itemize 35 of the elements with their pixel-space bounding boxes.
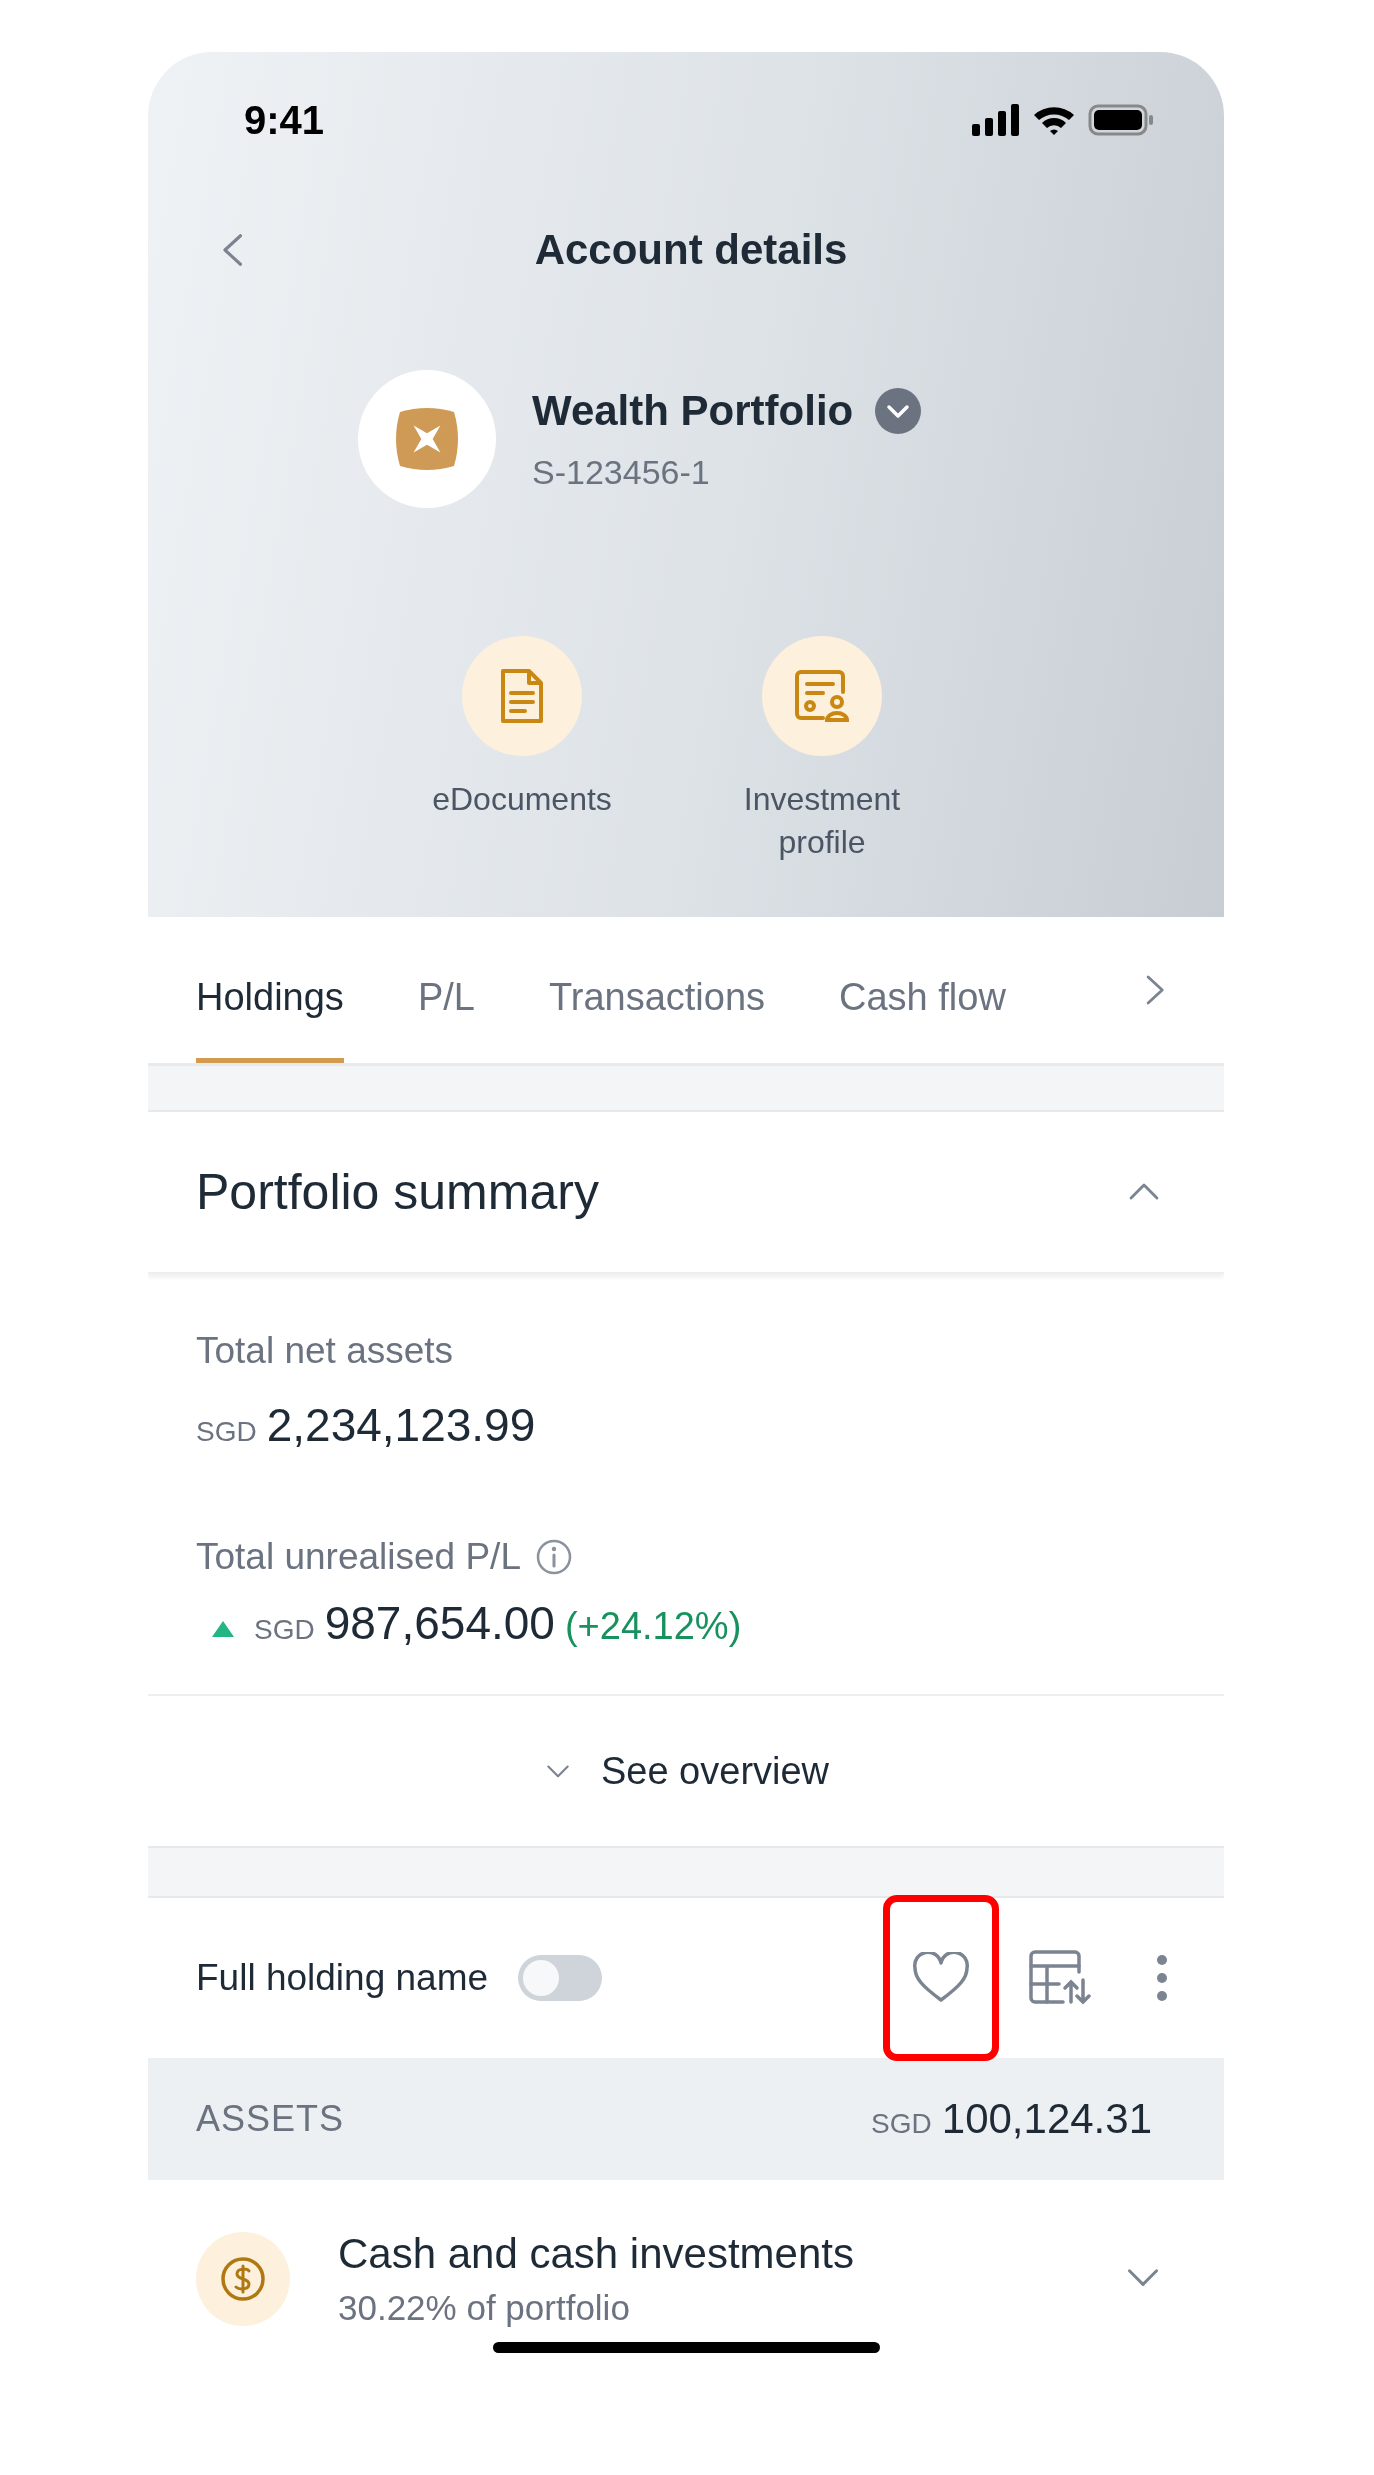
wifi-icon bbox=[1032, 104, 1076, 136]
signal-icon bbox=[972, 104, 1020, 136]
tab[interactable]: Transactions bbox=[548, 917, 766, 1063]
toggle-label: Full holding name bbox=[196, 1957, 489, 1999]
metric-value: 987,654.00 bbox=[324, 1596, 555, 1650]
category-share: 30.22% of portfolio bbox=[338, 2288, 631, 2328]
section-label: ASSETS bbox=[196, 2098, 345, 2140]
document-icon bbox=[499, 667, 545, 725]
action-label[interactable]: Investment profile bbox=[717, 778, 927, 864]
assets-total: 100,124.31 bbox=[941, 2095, 1152, 2143]
metric-label: Total net assets bbox=[196, 1330, 454, 1372]
tab[interactable]: Cash flow bbox=[839, 917, 1006, 1063]
info-icon[interactable] bbox=[535, 1538, 573, 1576]
see-overview-link[interactable]: See overview bbox=[600, 1749, 830, 1793]
currency-label: SGD bbox=[254, 1614, 315, 1646]
category-name: Cash and cash investments bbox=[338, 2230, 854, 2278]
dropdown-icon[interactable] bbox=[875, 387, 922, 434]
heart-icon[interactable] bbox=[912, 1952, 970, 2004]
currency-label: SGD bbox=[196, 1416, 257, 1448]
account-name: Wealth Portfolio bbox=[532, 386, 854, 435]
account-number: S-123456-1 bbox=[532, 452, 711, 492]
dollar-coin-icon bbox=[220, 2256, 266, 2302]
change-percent: (+24.12%) bbox=[564, 1605, 742, 1648]
currency-label: SGD bbox=[871, 2108, 932, 2140]
status-time: 9:41 bbox=[244, 97, 325, 143]
action-label[interactable]: eDocuments bbox=[417, 778, 627, 821]
toggle-switch[interactable] bbox=[518, 1955, 603, 2001]
metric-value: 2,234,123.99 bbox=[266, 1398, 536, 1452]
battery-icon bbox=[1088, 104, 1154, 136]
section-title: Portfolio summary bbox=[196, 1163, 599, 1221]
metric-label: Total unrealised P/L bbox=[196, 1536, 521, 1578]
more-icon[interactable] bbox=[1155, 1953, 1169, 2003]
tab[interactable]: P/L bbox=[417, 917, 475, 1063]
profile-card-icon bbox=[793, 668, 851, 724]
page-title: Account details bbox=[533, 226, 849, 274]
